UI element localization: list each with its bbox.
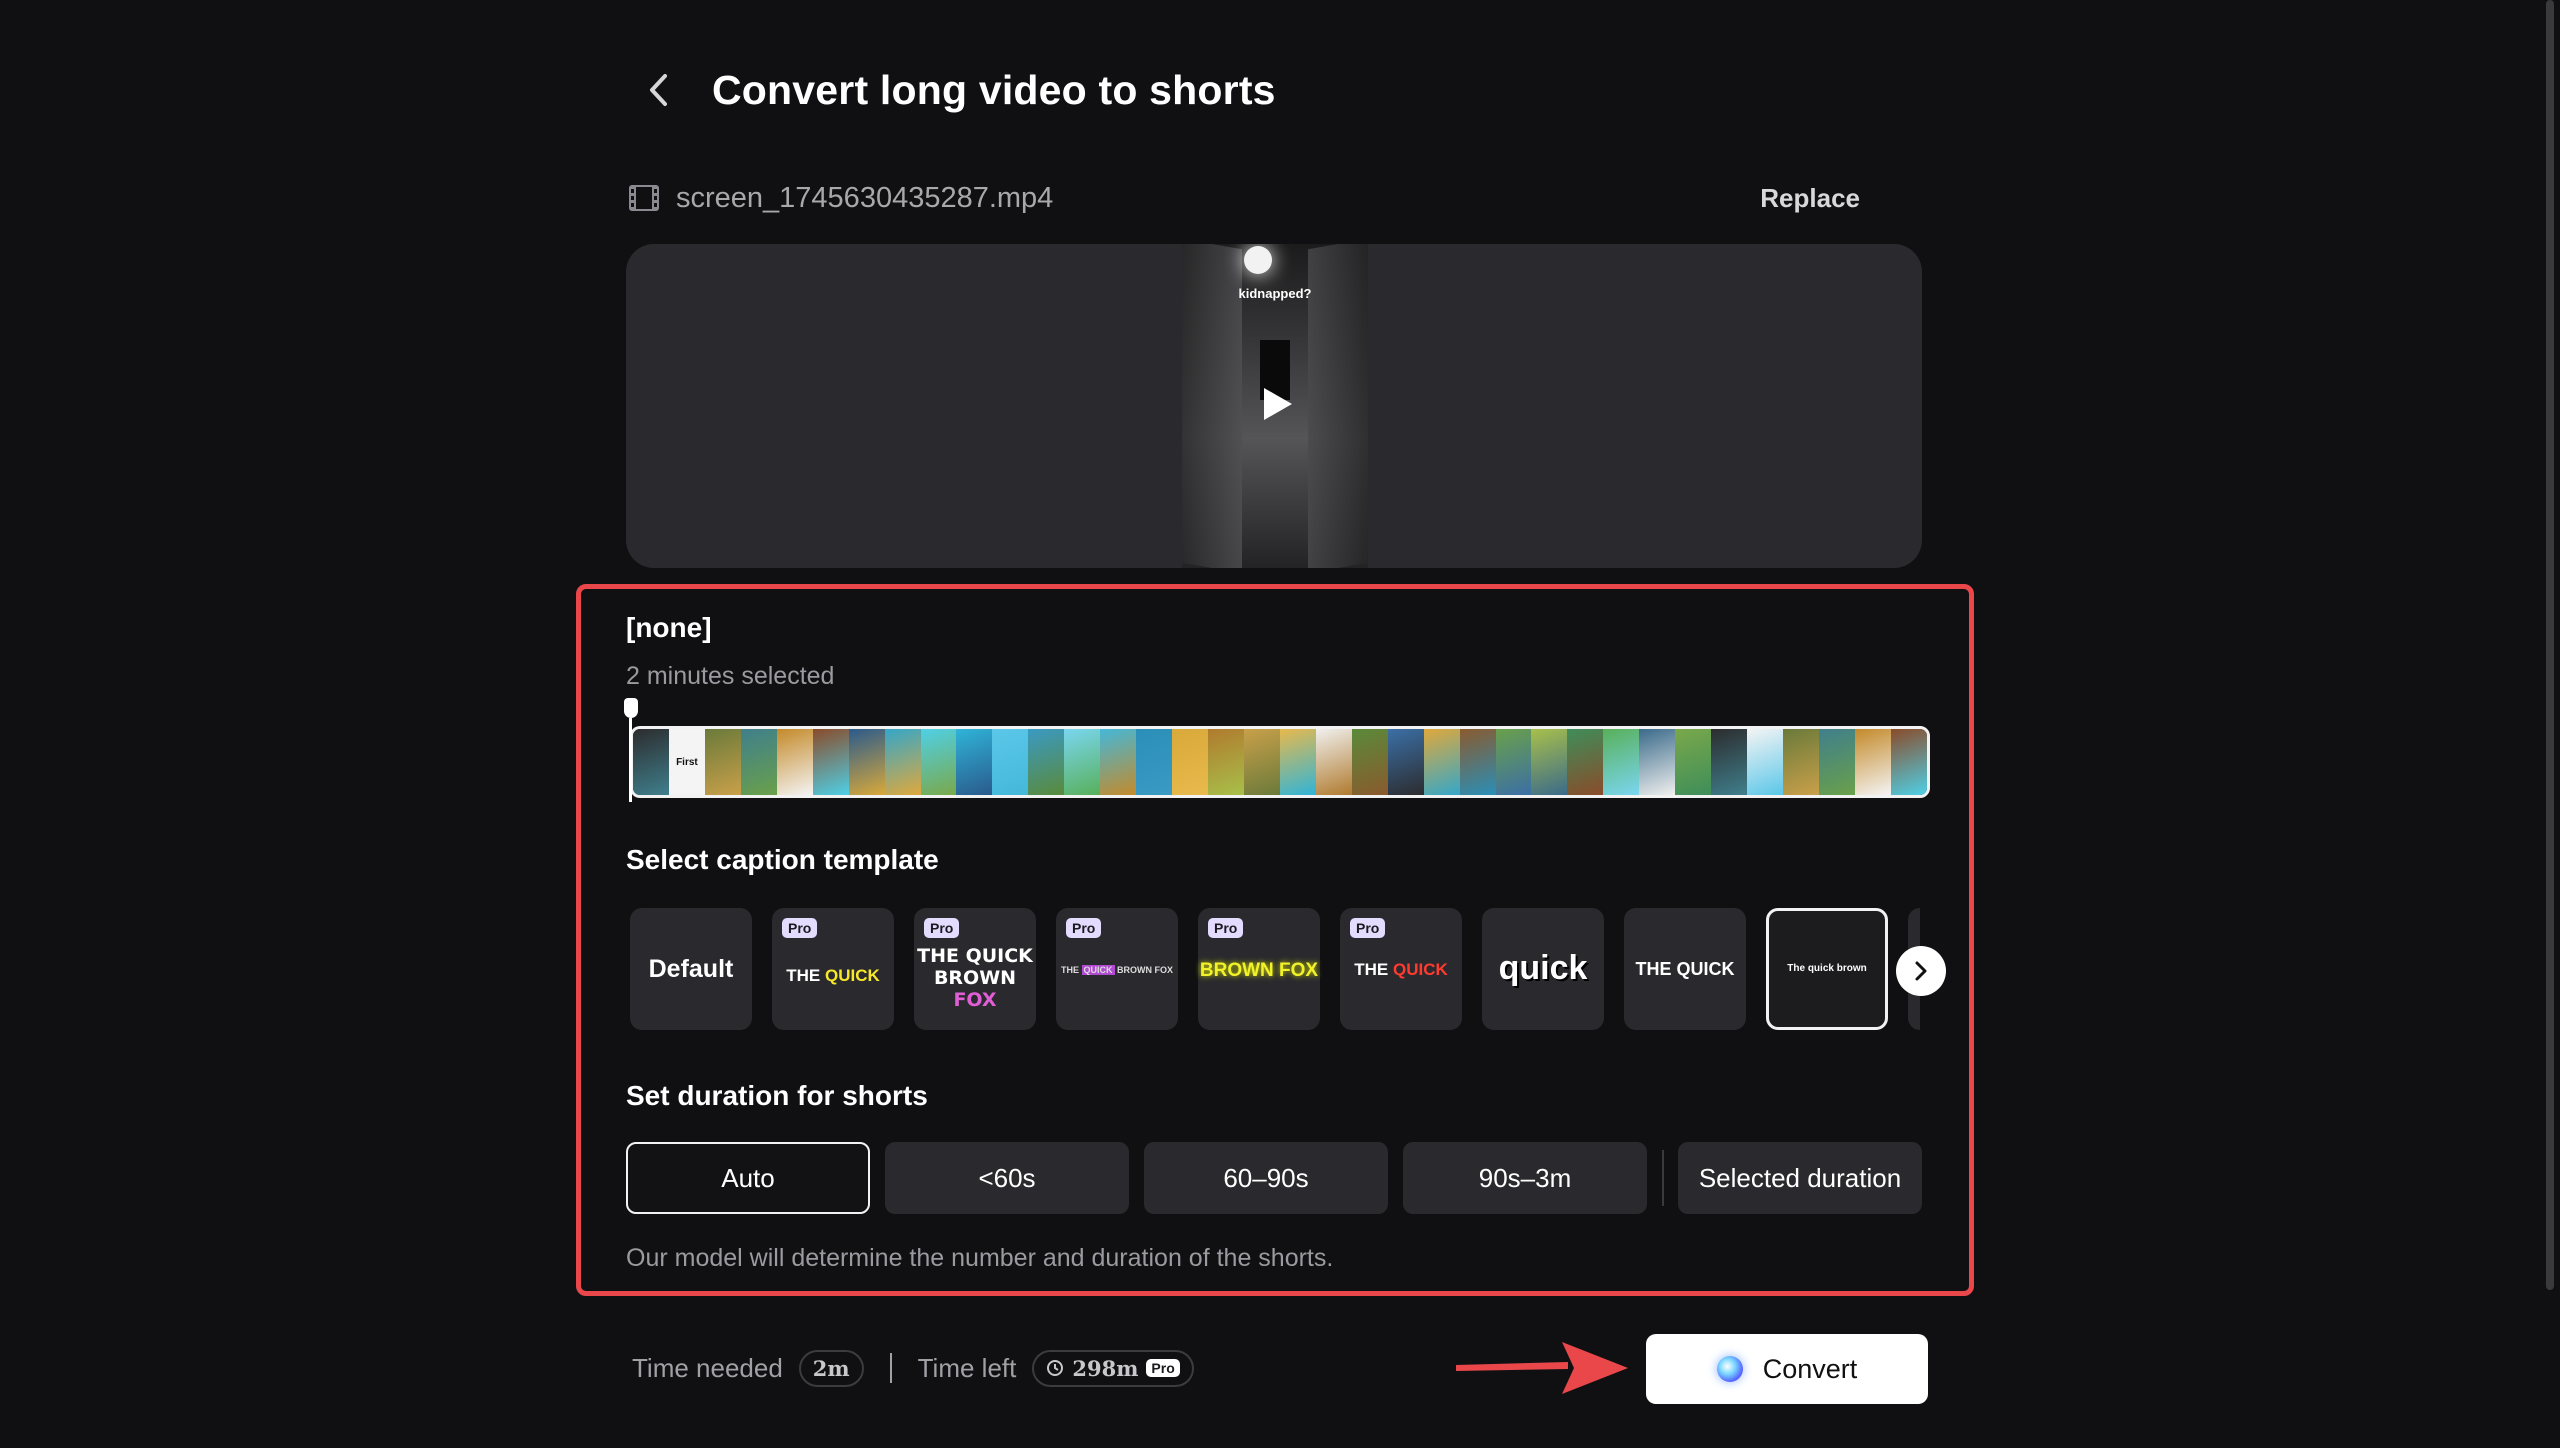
timeline-frame xyxy=(1459,729,1496,795)
template-the-quick-red[interactable]: Pro THE QUICK xyxy=(1340,908,1462,1030)
timeline-frame xyxy=(1172,729,1208,795)
timeline-frame xyxy=(1495,729,1532,795)
lamp-decoration xyxy=(1244,246,1272,274)
timeline-frame xyxy=(1783,729,1819,795)
timeline-frame xyxy=(776,729,813,795)
video-timeline[interactable]: First xyxy=(630,726,1930,798)
time-left-label: Time left xyxy=(917,1352,1017,1383)
arrow-annotation-icon xyxy=(1456,1342,1628,1394)
timeline-frame xyxy=(884,729,921,795)
ai-orb-icon xyxy=(1716,1356,1743,1382)
timeline-frame xyxy=(1747,729,1783,795)
timeline-frame xyxy=(992,729,1029,795)
timeline-frame xyxy=(920,729,957,795)
timeline-frame xyxy=(1531,729,1568,795)
file-name: screen_1745630435287.mp4 xyxy=(676,181,1054,214)
time-left-pill: 298m Pro xyxy=(1032,1349,1194,1387)
page-header: Convert long video to shorts xyxy=(630,62,1276,118)
timeline-frame xyxy=(1064,729,1101,795)
pro-badge: Pro xyxy=(782,918,818,938)
template-brown-fox-neon[interactable]: Pro BROWN FOX xyxy=(1198,908,1320,1030)
timeline-frame xyxy=(1567,729,1604,795)
thumbnail-caption: kidnapped? xyxy=(1238,286,1312,301)
duration-selected-button[interactable]: Selected duration xyxy=(1678,1142,1922,1214)
timeline-frame xyxy=(1387,729,1424,795)
convert-button[interactable]: Convert xyxy=(1646,1334,1928,1404)
duration-under-60s-button[interactable]: <60s xyxy=(885,1142,1129,1214)
pro-badge: Pro xyxy=(1208,918,1244,938)
timeline-frame xyxy=(1854,729,1891,795)
timeline-frame xyxy=(633,729,669,795)
clip-selection-summary: 2 minutes selected xyxy=(626,662,835,690)
film-icon xyxy=(629,185,659,211)
pro-badge: Pro xyxy=(1066,918,1102,938)
template-highlight-word[interactable]: Pro THE QUICK BROWN FOX xyxy=(1056,908,1178,1030)
timeline-frame xyxy=(1675,729,1712,795)
template-the-quick-brown-selected[interactable]: The quick brown xyxy=(1766,908,1888,1030)
timeline-frame xyxy=(848,729,885,795)
chevron-left-icon xyxy=(650,74,667,106)
play-icon[interactable] xyxy=(1260,386,1294,422)
video-thumbnail[interactable]: kidnapped? xyxy=(1182,244,1368,568)
duration-60-90s-button[interactable]: 60–90s xyxy=(1144,1142,1388,1214)
footer-divider xyxy=(889,1353,892,1383)
page-title: Convert long video to shorts xyxy=(712,66,1276,113)
pro-badge: Pro xyxy=(1350,918,1386,938)
duration-hint: Our model will determine the number and … xyxy=(626,1244,1334,1272)
timeline-frame xyxy=(1423,729,1460,795)
file-row: screen_1745630435287.mp4 Replace xyxy=(628,178,1890,218)
caption-template-heading: Select caption template xyxy=(626,844,939,875)
time-needed-label: Time needed xyxy=(632,1352,783,1383)
timeline-playhead[interactable] xyxy=(624,698,638,802)
duration-options: Auto <60s 60–90s 90s–3m Selected duratio… xyxy=(626,1142,1922,1214)
chevron-right-icon xyxy=(1915,961,1927,981)
timeline-frame xyxy=(1890,729,1927,795)
page-scrollbar[interactable] xyxy=(2546,0,2554,1290)
replace-button[interactable]: Replace xyxy=(1760,183,1860,214)
timeline-frame xyxy=(1639,729,1676,795)
timeline-frame xyxy=(1100,729,1137,795)
template-the-quick-brown-fox-pink[interactable]: Pro THE QUICK BROWN FOX xyxy=(914,908,1036,1030)
timeline-frame xyxy=(1818,729,1855,795)
timeline-frame-label: First xyxy=(676,756,698,768)
duration-divider xyxy=(1662,1150,1664,1206)
timeline-frame xyxy=(1279,729,1316,795)
timeline-frame xyxy=(1243,729,1280,795)
template-the-quick-plain[interactable]: THE QUICK xyxy=(1624,908,1746,1030)
duration-heading: Set duration for shorts xyxy=(626,1080,928,1111)
timeline-frame xyxy=(704,729,741,795)
template-quick-bold[interactable]: quick xyxy=(1482,908,1604,1030)
time-needed-pill: 2m xyxy=(798,1349,864,1387)
video-preview: kidnapped? xyxy=(626,244,1922,568)
templates-next-button[interactable] xyxy=(1896,946,1946,996)
timeline-frame: First xyxy=(668,729,705,795)
timeline-frame xyxy=(1315,729,1352,795)
timeline-frame xyxy=(1603,729,1640,795)
duration-auto-button[interactable]: Auto xyxy=(626,1142,870,1214)
timeline-frame xyxy=(740,729,777,795)
back-button[interactable] xyxy=(630,62,686,118)
pro-badge: Pro xyxy=(924,918,960,938)
timeline-frame xyxy=(1711,729,1748,795)
footer-status: Time needed 2m Time left 298m Pro xyxy=(632,1346,1194,1390)
timeline-frame xyxy=(1136,729,1173,795)
template-default[interactable]: Default xyxy=(630,908,752,1030)
timeline-frame xyxy=(1028,729,1065,795)
timeline-frame xyxy=(812,729,849,795)
clip-title: [none] xyxy=(626,612,712,643)
duration-90s-3m-button[interactable]: 90s–3m xyxy=(1403,1142,1647,1214)
template-the-quick-yellow[interactable]: Pro THE QUICK xyxy=(772,908,894,1030)
clock-icon xyxy=(1047,1360,1064,1376)
timeline-frame xyxy=(1208,729,1244,795)
pro-badge: Pro xyxy=(1146,1359,1180,1377)
caption-template-list: Default Pro THE QUICK Pro THE QUICK BROWN… xyxy=(630,908,1920,1036)
timeline-frame xyxy=(1351,729,1388,795)
timeline-frame xyxy=(956,729,993,795)
